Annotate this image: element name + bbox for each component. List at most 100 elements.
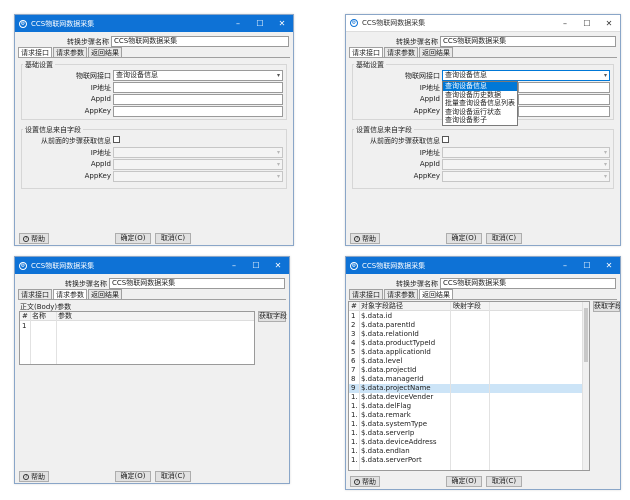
- help-button[interactable]: ? 帮助: [19, 471, 49, 482]
- field-path-cell[interactable]: $.data.parentId: [361, 321, 449, 330]
- help-button[interactable]: ? 帮助: [350, 233, 380, 244]
- mapping-field-cell[interactable]: [453, 429, 489, 438]
- ip-input[interactable]: [518, 82, 610, 93]
- maximize-icon[interactable]: ☐: [245, 257, 267, 274]
- from-prev-checkbox[interactable]: [113, 136, 120, 143]
- field-path-cell[interactable]: $.data.delFlag: [361, 402, 449, 411]
- field-path-cell[interactable]: $.data.id: [361, 312, 449, 321]
- table-row[interactable]: 3 $.data.relationId: [349, 330, 589, 339]
- field-path-cell[interactable]: $.data.serverPort: [361, 456, 449, 465]
- appid-field-select[interactable]: ▾: [442, 159, 610, 170]
- scrollbar-thumb[interactable]: [584, 308, 588, 362]
- mapping-field-cell[interactable]: [453, 384, 489, 393]
- body-params-table[interactable]: # 名称 参数 1: [19, 311, 255, 365]
- ok-button[interactable]: 确定(O): [446, 476, 482, 487]
- dropdown-option[interactable]: 查询设备运行状态: [443, 108, 517, 117]
- table-row[interactable]: 1. $.data.delFlag: [349, 402, 589, 411]
- api-select[interactable]: 查询设备信息 ▾: [113, 70, 283, 81]
- cancel-button[interactable]: 取消(C): [155, 233, 191, 244]
- mapping-field-cell[interactable]: [453, 366, 489, 375]
- vertical-scrollbar[interactable]: [582, 302, 589, 470]
- field-path-cell[interactable]: $.data.serverIp: [361, 429, 449, 438]
- dropdown-option[interactable]: 查询设备影子: [443, 116, 517, 125]
- dropdown-option[interactable]: 批量查询设备信息列表: [443, 99, 517, 108]
- step-name-input[interactable]: CCS物联网数据采集: [111, 36, 289, 47]
- field-path-cell[interactable]: $.data.level: [361, 357, 449, 366]
- mapping-field-cell[interactable]: [453, 312, 489, 321]
- maximize-icon[interactable]: ☐: [249, 15, 271, 32]
- chevron-down-icon[interactable]: ▾: [277, 71, 280, 80]
- step-name-input[interactable]: CCS物联网数据采集: [109, 278, 285, 289]
- ip-field-select[interactable]: ▾: [113, 147, 283, 158]
- column-header[interactable]: 参数: [58, 312, 82, 321]
- return-fields-table[interactable]: # 对象字段路径 映射字段 1 $.data.id 2 $.data.parentId…: [348, 301, 590, 471]
- close-icon[interactable]: ✕: [598, 15, 620, 32]
- field-path-cell[interactable]: $.data.remark: [361, 411, 449, 420]
- field-path-cell[interactable]: $.data.endIan: [361, 447, 449, 456]
- close-icon[interactable]: ✕: [598, 257, 620, 274]
- table-row[interactable]: 1 $.data.id: [349, 312, 589, 321]
- maximize-icon[interactable]: ☐: [576, 15, 598, 32]
- minimize-icon[interactable]: –: [554, 15, 576, 32]
- mapping-field-cell[interactable]: [453, 375, 489, 384]
- field-path-cell[interactable]: $.data.relationId: [361, 330, 449, 339]
- chevron-down-icon[interactable]: ▾: [604, 71, 607, 80]
- mapping-field-cell[interactable]: [453, 402, 489, 411]
- table-row[interactable]: 4 $.data.productTypeId: [349, 339, 589, 348]
- minimize-icon[interactable]: –: [223, 257, 245, 274]
- help-button[interactable]: ? 帮助: [350, 476, 380, 487]
- maximize-icon[interactable]: ☐: [576, 257, 598, 274]
- field-path-cell[interactable]: $.data.managerId: [361, 375, 449, 384]
- mapping-field-cell[interactable]: [453, 411, 489, 420]
- title-bar[interactable]: ⚙ CCS物联网数据采集 – ☐ ✕: [15, 257, 289, 274]
- mapping-field-cell[interactable]: [453, 321, 489, 330]
- field-path-cell[interactable]: $.data.applicationId: [361, 348, 449, 357]
- cancel-button[interactable]: 取消(C): [486, 233, 522, 244]
- field-path-cell[interactable]: $.data.productTypeId: [361, 339, 449, 348]
- column-header[interactable]: 映射字段: [453, 302, 493, 311]
- table-row[interactable]: 6 $.data.level: [349, 357, 589, 366]
- step-name-input[interactable]: CCS物联网数据采集: [440, 36, 616, 47]
- step-name-input[interactable]: CCS物联网数据采集: [440, 278, 616, 289]
- api-select[interactable]: 查询设备信息 ▾: [442, 70, 610, 81]
- table-row[interactable]: 7 $.data.projectId: [349, 366, 589, 375]
- table-row[interactable]: 1. $.data.serverIp: [349, 429, 589, 438]
- column-header[interactable]: 对象字段路径: [361, 302, 449, 311]
- title-bar[interactable]: ⚙ CCS物联网数据采集 – ☐ ✕: [346, 257, 620, 274]
- close-icon[interactable]: ✕: [267, 257, 289, 274]
- ok-button[interactable]: 确定(O): [115, 471, 151, 482]
- ip-field-select[interactable]: ▾: [442, 147, 610, 158]
- mapping-field-cell[interactable]: [453, 357, 489, 366]
- mapping-field-cell[interactable]: [453, 339, 489, 348]
- ok-button[interactable]: 确定(O): [115, 233, 151, 244]
- appkey-field-select[interactable]: ▾: [442, 171, 610, 182]
- title-bar[interactable]: ⚙ CCS物联网数据采集 – ☐ ✕: [15, 15, 293, 32]
- field-path-cell[interactable]: $.data.projectName: [361, 384, 449, 393]
- table-row[interactable]: 1. $.data.systemType: [349, 420, 589, 429]
- mapping-field-cell[interactable]: [453, 420, 489, 429]
- appid-input[interactable]: [113, 94, 283, 105]
- close-icon[interactable]: ✕: [271, 15, 293, 32]
- appkey-input[interactable]: [113, 106, 283, 117]
- appkey-input[interactable]: [518, 106, 610, 117]
- title-bar[interactable]: ⚙ CCS物联网数据采集 – ☐ ✕: [346, 15, 620, 32]
- appid-field-select[interactable]: ▾: [113, 159, 283, 170]
- dropdown-option[interactable]: 查询设备信息: [443, 82, 517, 91]
- field-path-cell[interactable]: $.data.projectId: [361, 366, 449, 375]
- table-row[interactable]: 8 $.data.managerId: [349, 375, 589, 384]
- table-row[interactable]: 1. $.data.serverPort: [349, 456, 589, 465]
- table-row[interactable]: 5 $.data.applicationId: [349, 348, 589, 357]
- mapping-field-cell[interactable]: [453, 447, 489, 456]
- table-row[interactable]: 2 $.data.parentId: [349, 321, 589, 330]
- mapping-field-cell[interactable]: [453, 330, 489, 339]
- field-path-cell[interactable]: $.data.deviceVender: [361, 393, 449, 402]
- table-row[interactable]: 1. $.data.deviceAddress: [349, 438, 589, 447]
- minimize-icon[interactable]: –: [554, 257, 576, 274]
- ip-input[interactable]: [113, 82, 283, 93]
- minimize-icon[interactable]: –: [227, 15, 249, 32]
- get-fields-button[interactable]: 获取字段: [593, 301, 620, 312]
- table-row[interactable]: 1. $.data.endIan: [349, 447, 589, 456]
- mapping-field-cell[interactable]: [453, 456, 489, 465]
- mapping-field-cell[interactable]: [453, 348, 489, 357]
- column-header[interactable]: 名称: [32, 312, 56, 321]
